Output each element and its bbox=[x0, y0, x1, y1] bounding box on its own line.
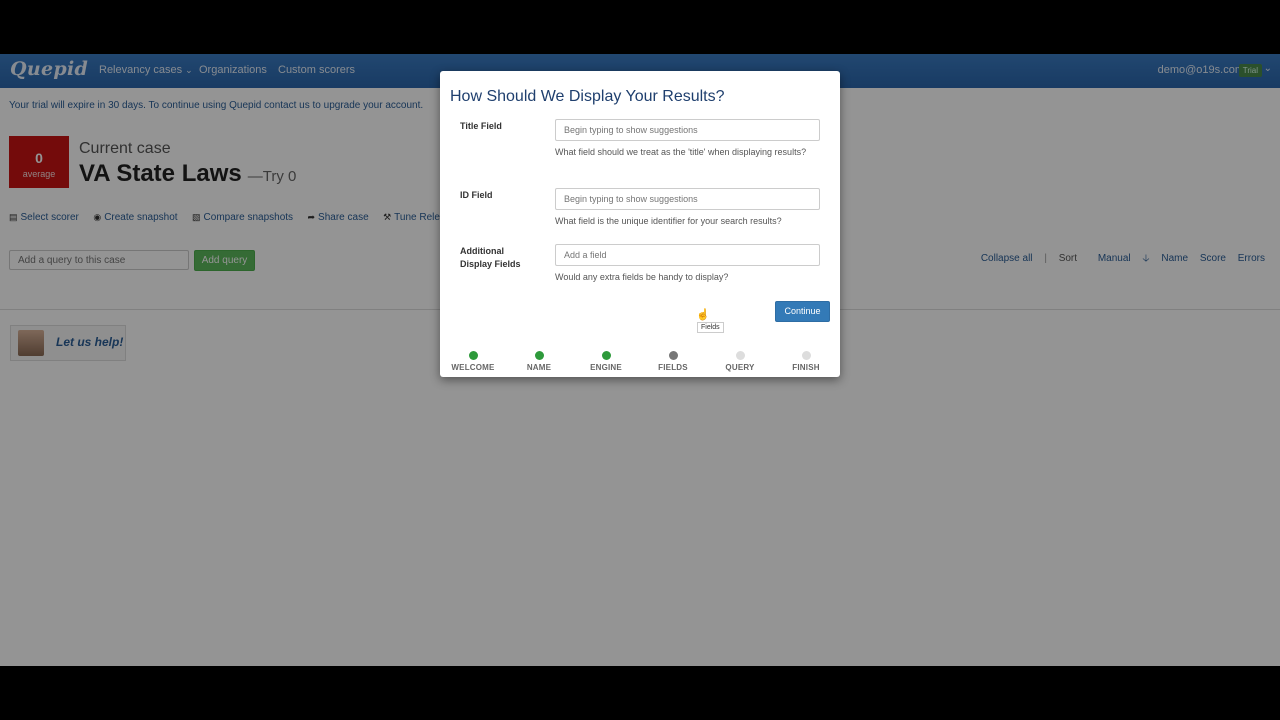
step-welcome[interactable]: WELCOME bbox=[440, 351, 506, 372]
step-dot bbox=[735, 351, 745, 360]
step-fields[interactable]: FIELDS bbox=[640, 351, 706, 372]
additional-fields-help: Would any extra fields be handy to displ… bbox=[555, 272, 729, 282]
id-field-input[interactable] bbox=[555, 188, 820, 210]
title-field-label: Title Field bbox=[460, 121, 502, 131]
app-window: Quepid Relevancy cases ⌄ Organizations Cu… bbox=[0, 54, 1280, 666]
wizard-progress: WELCOME NAME ENGINE FIELDS QUERY FINISH bbox=[440, 351, 840, 377]
step-finish: FINISH bbox=[773, 351, 839, 372]
step-engine[interactable]: ENGINE bbox=[573, 351, 639, 372]
modal-title: How Should We Display Your Results? bbox=[450, 88, 725, 105]
continue-button[interactable]: Continue bbox=[775, 301, 830, 322]
additional-fields-input[interactable] bbox=[555, 244, 820, 266]
id-field-help: What field is the unique identifier for … bbox=[555, 216, 782, 226]
hand-cursor-icon: ☝ bbox=[696, 309, 710, 321]
step-dot bbox=[534, 351, 544, 360]
step-dot bbox=[668, 351, 678, 360]
step-name[interactable]: NAME bbox=[506, 351, 572, 372]
video-letterbox-bottom bbox=[0, 666, 1280, 720]
step-dot bbox=[468, 351, 478, 360]
setup-wizard-modal: How Should We Display Your Results? Titl… bbox=[440, 71, 840, 377]
id-field-label: ID Field bbox=[460, 190, 493, 200]
additional-fields-label: Additional Display Fields bbox=[460, 246, 521, 269]
step-dot bbox=[601, 351, 611, 360]
step-dot bbox=[801, 351, 811, 360]
video-letterbox-top bbox=[0, 0, 1280, 54]
step-query: QUERY bbox=[707, 351, 773, 372]
tooltip: Fields bbox=[697, 322, 724, 333]
title-field-help: What field should we treat as the 'title… bbox=[555, 147, 807, 157]
title-field-input[interactable] bbox=[555, 119, 820, 141]
